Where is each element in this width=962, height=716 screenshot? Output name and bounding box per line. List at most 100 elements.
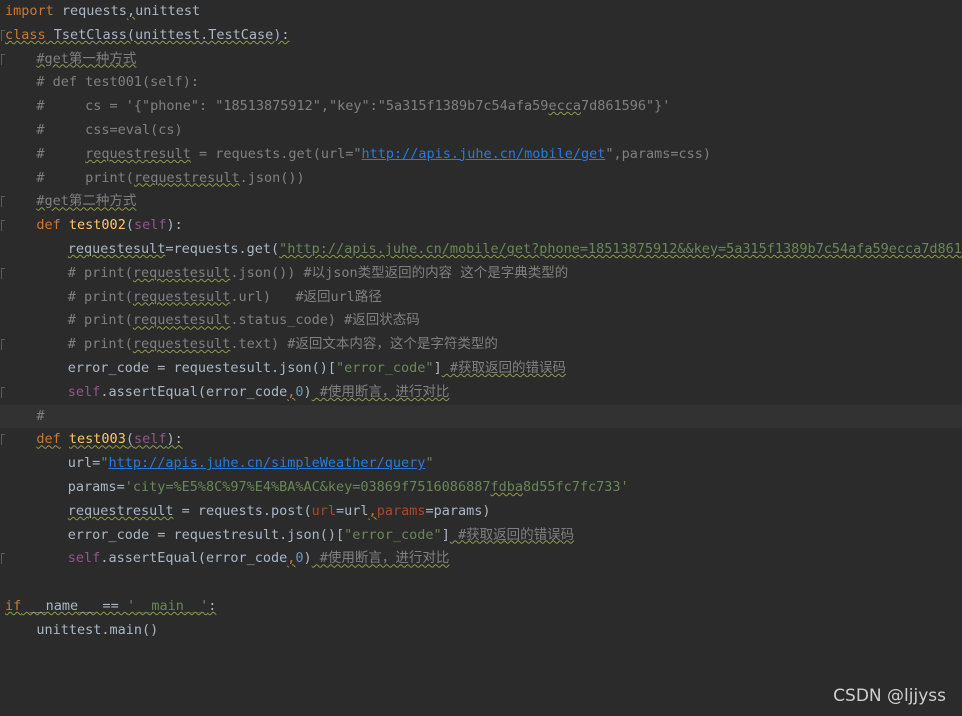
- code-line[interactable]: requestesult=requests.get("http://apis.j…: [0, 238, 962, 262]
- code-token: (: [125, 217, 134, 234]
- code-line[interactable]: # print(requestesult.status_code) #返回状态码: [0, 309, 962, 333]
- code-token: import: [5, 3, 54, 19]
- code-editor[interactable]: import requests,unittest class TsetClass(…: [0, 0, 962, 716]
- code-token: # print(: [67, 288, 133, 305]
- code-token: if: [5, 598, 22, 614]
- fold-marker-icon[interactable]: [1, 553, 5, 565]
- code-line[interactable]: def test002(self):: [0, 214, 962, 238]
- fold-marker-icon[interactable]: [1, 196, 5, 208]
- code-text: error_code = requestresult.json()["error…: [68, 524, 574, 548]
- code-text: #: [36, 405, 44, 429]
- code-line[interactable]: # css=eval(cs): [0, 119, 962, 143]
- code-line[interactable]: # print(requestesult.json()) #以json类型返回的…: [0, 262, 962, 286]
- code-token: .status_code) #返回状态码: [230, 312, 420, 329]
- code-token: ):: [166, 431, 183, 448]
- code-text: # css=eval(cs): [36, 119, 182, 143]
- code-token: unittest.main(): [36, 621, 159, 638]
- code-line[interactable]: class TsetClass(unittest.TestCase):: [0, 24, 962, 48]
- code-token: ",params=css): [605, 145, 712, 162]
- code-line[interactable]: def test003(self):: [0, 428, 962, 452]
- code-token: #get第二种方式: [36, 193, 137, 210]
- code-token: .url) #返回url路径: [230, 288, 382, 305]
- code-token: #获取返回的错误码: [441, 360, 566, 376]
- code-line[interactable]: error_code = requestresult.json()["error…: [0, 524, 962, 548]
- code-text: # print(requestesult.url) #返回url路径: [68, 286, 382, 310]
- code-token: = requests.post(: [173, 502, 312, 519]
- code-token: #get第一种方式: [36, 50, 137, 67]
- code-line[interactable]: [0, 571, 962, 595]
- code-token: ,: [368, 502, 377, 519]
- code-token: "http://apis.juhe.cn/mobile/get?phone=18…: [279, 241, 962, 257]
- code-line[interactable]: # requestresult = requests.get(url="http…: [0, 143, 962, 167]
- code-token: self: [133, 431, 167, 448]
- code-text: # def test001(self):: [36, 71, 199, 95]
- fold-marker-icon[interactable]: [1, 386, 5, 398]
- code-token: .text) #返回文本内容，这个是字符类型的: [230, 336, 498, 353]
- code-line[interactable]: self.assertEqual(error_code,0) #使用断言，进行对…: [0, 381, 962, 405]
- code-line[interactable]: if __name__ == '__main__':: [0, 595, 962, 619]
- code-line[interactable]: #get第一种方式: [0, 48, 962, 72]
- code-token: requestesult: [132, 312, 231, 329]
- code-token: def: [36, 431, 61, 448]
- code-token: requestresult: [85, 145, 191, 162]
- code-text: requestresult = requests.post(url=url,pa…: [68, 500, 491, 524]
- code-token: .assertEqual(error_code: [100, 383, 288, 400]
- code-token: params=: [67, 479, 125, 495]
- code-line[interactable]: # print(requestesult.text) #返回文本内容，这个是字符…: [0, 333, 962, 357]
- code-line[interactable]: url= "http://apis.juhe.cn/simpleWeather/q…: [0, 452, 962, 476]
- code-token: (: [125, 431, 134, 448]
- code-text: # print(requestesult.json()) #以json类型返回的…: [68, 262, 569, 286]
- code-line[interactable]: # print(requestesult.url) #返回url路径: [0, 286, 962, 310]
- code-token: #: [36, 407, 45, 424]
- code-token: requestresult: [67, 502, 174, 519]
- code-token: __name__ ==: [21, 598, 127, 614]
- code-token: ,: [126, 3, 136, 19]
- code-line[interactable]: error_code = requestesult.json()["error_…: [0, 357, 962, 381]
- code-text: self.assertEqual(error_code,0) #使用断言，进行对…: [68, 547, 450, 571]
- code-token: requests: [53, 3, 127, 19]
- code-text: #get第二种方式: [36, 190, 136, 214]
- code-token: .assertEqual(error_code: [100, 550, 288, 567]
- code-token: # print(: [67, 336, 133, 353]
- code-token: #获取返回的错误码: [449, 526, 575, 543]
- csdn-watermark: CSDN @ljjyss: [833, 686, 946, 706]
- code-token: # print(: [36, 169, 134, 186]
- code-token: :: [208, 598, 217, 614]
- code-token: url=: [67, 455, 101, 472]
- code-line[interactable]: # print(requestresult.json()): [0, 167, 962, 191]
- code-line[interactable]: requestresult = requests.post(url=url,pa…: [0, 500, 962, 524]
- code-text: error_code = requestesult.json()["error_…: [68, 357, 566, 381]
- code-text: def test002(self):: [36, 214, 182, 238]
- code-token: #使用断言，进行对比: [311, 550, 450, 567]
- code-line[interactable]: self.assertEqual(error_code,0) #使用断言，进行对…: [0, 547, 962, 571]
- code-token: self: [67, 550, 101, 567]
- code-token: # print(: [67, 264, 133, 281]
- code-line[interactable]: #: [0, 404, 962, 429]
- code-text: requestesult=requests.get("http://apis.j…: [68, 238, 962, 262]
- fold-marker-icon[interactable]: [1, 434, 5, 446]
- code-token: self: [133, 217, 167, 234]
- code-text: import requests,unittest: [5, 0, 200, 24]
- code-line[interactable]: # cs = '{"phone": "18513875912","key":"5…: [0, 95, 962, 119]
- fold-marker-icon[interactable]: [1, 339, 5, 351]
- code-token: requestesult: [67, 241, 166, 257]
- code-line[interactable]: unittest.main(): [0, 619, 962, 643]
- code-token: "error_code": [336, 360, 434, 376]
- code-line[interactable]: #get第二种方式: [0, 190, 962, 214]
- code-token: =params): [425, 502, 491, 519]
- fold-marker-icon[interactable]: [1, 53, 5, 65]
- code-line[interactable]: import requests,unittest: [0, 0, 962, 24]
- code-line[interactable]: params='city=%E5%8C%97%E4%BA%AC&key=0386…: [0, 476, 962, 500]
- code-token: requestesult: [132, 336, 231, 353]
- code-line[interactable]: # def test001(self):: [0, 71, 962, 95]
- code-token: .json()): [239, 169, 305, 186]
- code-token: # cs = '{"phone": "18513875912","key":"5…: [36, 98, 549, 115]
- fold-marker-icon[interactable]: [1, 220, 5, 232]
- code-token: requestresult: [133, 169, 240, 186]
- code-token: error_code = requestresult.json()[: [67, 526, 345, 543]
- fold-marker-icon[interactable]: [1, 267, 5, 279]
- code-token: params: [376, 502, 426, 519]
- code-text: if __name__ == '__main__':: [5, 595, 216, 619]
